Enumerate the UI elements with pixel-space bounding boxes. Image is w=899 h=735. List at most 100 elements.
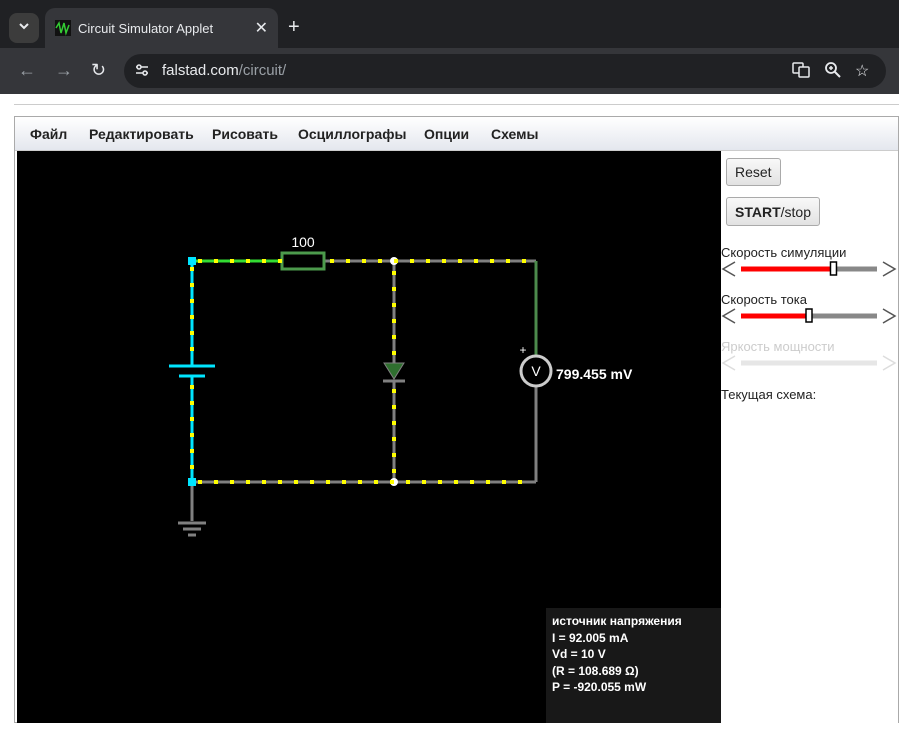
current-dot xyxy=(342,480,346,484)
back-arrow-icon[interactable]: ← xyxy=(18,60,36,81)
current-circuit-label: Текущая схема: xyxy=(721,387,817,402)
circuit-favicon-icon xyxy=(55,20,71,36)
node-top-left[interactable] xyxy=(188,257,196,265)
element-info-panel: источник напряжения I = 92.005 mA Vd = 1… xyxy=(546,608,721,723)
current-dot xyxy=(406,480,410,484)
zoom-icon[interactable] xyxy=(824,61,842,84)
current-dot xyxy=(198,480,202,484)
current-speed-label: Скорость тока xyxy=(721,292,807,307)
new-tab-icon[interactable]: + xyxy=(288,15,300,39)
url-host: falstad.com xyxy=(162,62,239,79)
current-dot xyxy=(458,259,462,263)
slider-left-arrow-icon xyxy=(721,355,736,371)
current-dot xyxy=(438,480,442,484)
ground-symbol[interactable] xyxy=(178,521,206,537)
browser-tab[interactable]: Circuit Simulator Applet ✕ xyxy=(45,8,278,48)
current-dot xyxy=(190,449,194,453)
current-dot xyxy=(392,271,396,275)
menu-edit[interactable]: Редактировать xyxy=(89,126,194,142)
current-dot xyxy=(422,480,426,484)
voltmeter-reading: 799.455 mV xyxy=(556,366,633,382)
address-bar[interactable]: falstad.com/circuit/ ☆ xyxy=(124,54,886,88)
close-tab-icon[interactable]: ✕ xyxy=(255,18,268,38)
current-dot xyxy=(392,319,396,323)
current-dot xyxy=(262,259,266,263)
current-dot xyxy=(374,480,378,484)
menu-circuits[interactable]: Схемы xyxy=(491,126,538,142)
slider-right-arrow-icon xyxy=(882,308,897,324)
circuit-canvas[interactable]: 100 V + 799.455 mV источник напряжения I… xyxy=(17,151,721,723)
info-title: источник напряжения xyxy=(552,614,682,628)
current-dot xyxy=(246,259,250,263)
current-dot xyxy=(190,401,194,405)
menu-file[interactable]: Файл xyxy=(30,126,67,142)
voltage-source[interactable] xyxy=(169,364,215,378)
control-panel: Reset START/stop Скорость симуляции Скор… xyxy=(721,151,898,723)
current-dot xyxy=(294,480,298,484)
current-dot xyxy=(190,299,194,303)
current-dot xyxy=(190,385,194,389)
current-dot xyxy=(190,267,194,271)
current-dot xyxy=(474,259,478,263)
current-dot xyxy=(362,259,366,263)
current-dot xyxy=(522,259,526,263)
current-dot xyxy=(394,259,398,263)
start-label: START xyxy=(735,203,781,220)
current-dot xyxy=(506,259,510,263)
node-bottom-left[interactable] xyxy=(188,478,196,486)
url-path: /circuit/ xyxy=(238,62,287,79)
menu-options[interactable]: Опции xyxy=(424,126,469,142)
current-dot xyxy=(326,480,330,484)
start-stop-button[interactable]: START/stop xyxy=(726,197,820,226)
current-dot xyxy=(190,433,194,437)
info-voltage: Vd = 10 V xyxy=(552,647,606,661)
page-divider xyxy=(14,104,899,105)
info-current: I = 92.005 mA xyxy=(552,630,629,645)
reload-icon[interactable]: ↻ xyxy=(91,60,106,81)
current-dot xyxy=(392,405,396,409)
menu-scopes[interactable]: Осциллографы xyxy=(298,126,406,142)
current-dot xyxy=(190,465,194,469)
current-speed-slider[interactable] xyxy=(721,306,897,326)
current-dot xyxy=(278,480,282,484)
current-dot xyxy=(214,259,218,263)
browser-toolbar: ← → ↻ falstad.com/circuit/ ☆ xyxy=(0,48,899,94)
reset-button[interactable]: Reset xyxy=(726,158,781,186)
chevron-down-icon xyxy=(18,19,30,37)
diode[interactable] xyxy=(383,362,405,383)
slider-left-arrow-icon xyxy=(721,261,736,277)
current-dot xyxy=(392,335,396,339)
current-dot xyxy=(378,259,382,263)
info-resistance: (R = 108.689 Ω) xyxy=(552,663,639,678)
current-dot xyxy=(392,389,396,393)
voltmeter[interactable]: V xyxy=(519,354,553,388)
translate-icon[interactable] xyxy=(792,61,810,84)
url-text: falstad.com/circuit/ xyxy=(162,62,286,79)
sim-speed-slider[interactable] xyxy=(721,259,897,279)
slider-left-arrow-icon xyxy=(721,308,736,324)
current-dot xyxy=(426,259,430,263)
tab-search-button[interactable] xyxy=(9,13,39,43)
slider-knob xyxy=(829,261,838,276)
power-brightness-label: Яркость мощности xyxy=(721,339,835,354)
current-dot xyxy=(442,259,446,263)
bookmark-star-icon[interactable]: ☆ xyxy=(855,61,869,81)
current-dot xyxy=(262,480,266,484)
info-power: P = -920.055 mW xyxy=(552,680,647,694)
voltmeter-symbol: V xyxy=(531,363,541,379)
current-dot xyxy=(190,331,194,335)
site-info-icon[interactable] xyxy=(134,62,150,81)
stop-label: /stop xyxy=(780,203,811,220)
menu-draw[interactable]: Рисовать xyxy=(212,126,278,142)
current-dot xyxy=(392,469,396,473)
current-dot xyxy=(278,259,282,263)
current-dot xyxy=(518,480,522,484)
current-dot xyxy=(392,421,396,425)
current-dot xyxy=(486,480,490,484)
current-dot xyxy=(230,480,234,484)
current-dot xyxy=(346,259,350,263)
resistor[interactable] xyxy=(280,251,326,271)
forward-arrow-icon[interactable]: → xyxy=(55,60,73,81)
sim-speed-label: Скорость симуляции xyxy=(721,245,847,260)
current-dot xyxy=(490,259,494,263)
